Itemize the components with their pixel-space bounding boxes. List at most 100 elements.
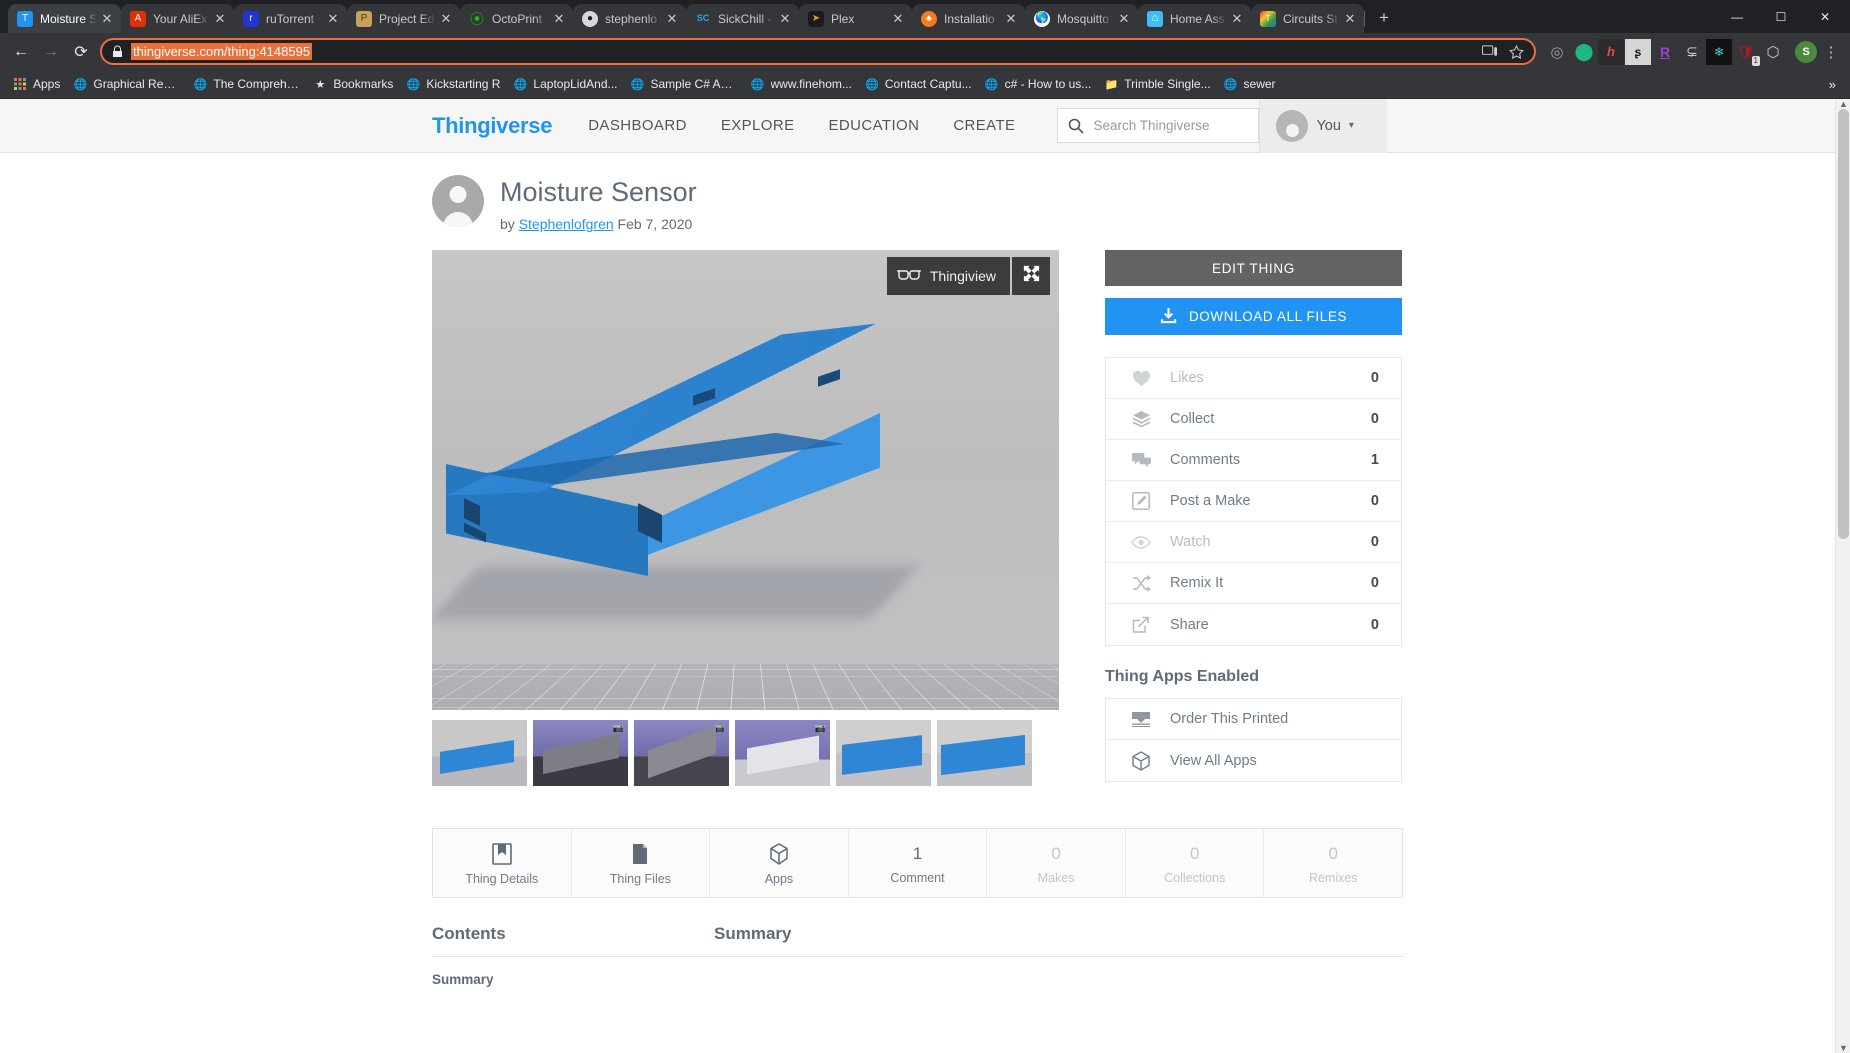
bookmark-item[interactable]: 🌐 The Comprehe... [188,73,308,95]
stat-row-comments[interactable]: Comments 1 [1106,440,1401,481]
tab-comment[interactable]: 1 Comment [848,829,988,897]
bookmark-item-bookmarks[interactable]: ★ Bookmarks [308,73,401,95]
r-extension-icon[interactable]: R [1652,39,1678,65]
profile-avatar[interactable]: S [1795,40,1817,63]
page-scrollbar[interactable]: ▲ ▼ [1835,99,1850,1053]
bookmark-item[interactable]: 🌐 Contact Captu... [860,73,980,95]
maximize-button[interactable]: ☐ [1760,1,1802,33]
thumbnail-1[interactable] [432,720,527,786]
browser-tab[interactable]: r ruTorrent ✕ [234,4,348,33]
back-button[interactable]: ← [6,37,36,67]
tab-close-icon[interactable]: ✕ [1229,12,1245,25]
stat-row-share[interactable]: Share 0 [1106,604,1401,645]
bookmark-item-apps[interactable]: Apps [8,73,68,95]
app-row-order-this-printed[interactable]: Order This Printed [1106,699,1401,740]
tab-remixes[interactable]: 0 Remixes [1264,829,1403,897]
address-bar[interactable]: thingiverse.com/thing:4148595 [100,38,1536,65]
author-link[interactable]: Stephenlofgren [519,216,614,232]
bookmarks-overflow-button[interactable]: » [1823,77,1842,92]
browser-tab[interactable]: ♣ Installatio ✕ [912,4,1026,33]
tab-close-icon[interactable]: ✕ [664,12,680,25]
bookmark-item[interactable]: 🌐 Kickstarting R [401,73,508,95]
author-avatar[interactable] [432,175,484,227]
bookmark-item[interactable]: 🌐 Sample C# API... [626,73,746,95]
tab-close-icon[interactable]: ✕ [438,12,454,25]
green-shield-extension-icon[interactable]: ⬤ [1571,39,1597,65]
browser-tab[interactable]: T Circuits St ✕ [1251,4,1365,33]
reload-button[interactable]: ⟳ [66,37,96,67]
address-bar-url[interactable]: thingiverse.com/thing:4148595 [131,43,313,60]
browser-tab[interactable]: A Your AliEx ✕ [121,4,235,33]
model-viewer[interactable]: Thingiview [432,250,1059,710]
stat-row-watch[interactable]: Watch 0 [1106,522,1401,563]
browser-tab[interactable]: 🌎 Mosquitto ✕ [1025,4,1139,33]
star-icon[interactable] [1509,44,1524,59]
browser-tab[interactable]: ⌂ Home Ass ✕ [1138,4,1252,33]
tab-thing-files[interactable]: Thing Files [571,829,711,897]
tab-close-icon[interactable]: ✕ [551,12,567,25]
bracket-extension-icon[interactable]: ⊊ [1679,39,1705,65]
nav-education[interactable]: EDUCATION [828,117,919,134]
tab-apps[interactable]: Apps [710,829,849,897]
thumbnail-2[interactable]: 📷 [533,720,628,786]
browser-tab[interactable]: T Moisture S ✕ [8,4,121,33]
bookmark-item[interactable]: 🌐 LaptopLidAnd... [508,73,625,95]
tab-close-icon[interactable]: ✕ [1342,12,1358,25]
forward-button[interactable]: → [36,37,66,67]
thingiview-button[interactable]: Thingiview [886,257,1010,295]
download-all-files-button[interactable]: DOWNLOAD ALL FILES [1105,298,1402,335]
thumbnail-6[interactable] [937,720,1032,786]
tab-collections[interactable]: 0 Collections [1125,829,1265,897]
ghostery-extension-icon[interactable]: ⬡ [1760,39,1786,65]
search-input[interactable]: Search Thingiverse [1057,108,1260,143]
h-extension-icon[interactable]: h [1598,38,1624,65]
stat-row-remix-it[interactable]: Remix It 0 [1106,563,1401,604]
bookmark-item[interactable]: 🌐 Graphical Resi... [68,73,188,95]
site-logo[interactable]: Thingiverse [432,113,552,139]
nav-create[interactable]: CREATE [953,117,1015,134]
tab-makes[interactable]: 0 Makes [987,829,1126,897]
browser-tab[interactable]: SC SickChill - ✕ [686,4,800,33]
nav-dashboard[interactable]: DASHBOARD [588,117,687,134]
tab-thing-details[interactable]: Thing Details [433,829,572,897]
bookmark-folder[interactable]: 📁 Trimble Single... [1099,73,1218,95]
pocket-extension-icon[interactable]: ◎ [1544,39,1570,65]
tab-close-icon[interactable]: ✕ [212,12,228,25]
tab-close-icon[interactable]: ✕ [890,12,906,25]
user-menu[interactable]: You ▾ [1259,99,1388,153]
bookmark-item[interactable]: 🌐 sewer [1219,73,1284,95]
contents-summary-link[interactable]: Summary [432,972,714,987]
tab-close-icon[interactable]: ✕ [777,12,793,25]
script-extension-icon[interactable]: ʂ [1625,38,1651,65]
browser-tab[interactable]: P Project Ed ✕ [347,4,461,33]
scroll-down-arrow[interactable]: ▼ [1839,1043,1848,1053]
thumbnail-4[interactable]: 📷 [735,720,830,786]
bookmark-item[interactable]: 🌐 www.finehom... [746,73,860,95]
fullscreen-button[interactable] [1012,257,1050,295]
new-tab-button[interactable]: + [1370,4,1398,32]
scrollbar-thumb[interactable] [1838,109,1849,539]
stat-row-collect[interactable]: Collect 0 [1106,399,1401,440]
tab-close-icon[interactable]: ✕ [99,12,115,25]
tab-close-icon[interactable]: ✕ [1116,12,1132,25]
ublock-extension-icon[interactable]: 🛡 1 [1733,39,1760,66]
close-window-button[interactable]: ✕ [1804,1,1846,33]
thumbnail-5[interactable] [836,720,931,786]
minimize-button[interactable]: — [1716,1,1758,33]
nav-explore[interactable]: EXPLORE [721,117,795,134]
snowflake-extension-icon[interactable]: ❄ [1706,38,1732,65]
app-row-view-all-apps[interactable]: View All Apps [1106,740,1401,781]
browser-tab[interactable]: ⦿ OctoPrint ✕ [460,4,574,33]
stat-row-post-a-make[interactable]: Post a Make 0 [1106,481,1401,522]
browser-tab[interactable]: ● stephenlo ✕ [573,4,687,33]
thumbnail-3[interactable]: 📷 [634,720,729,786]
edit-thing-button[interactable]: EDIT THING [1105,250,1402,286]
tab-close-icon[interactable]: ✕ [1003,12,1019,25]
scroll-up-arrow[interactable]: ▲ [1839,99,1848,109]
bookmark-item[interactable]: 🌐 c# - How to us... [980,73,1100,95]
cast-icon[interactable] [1482,45,1497,58]
tab-close-icon[interactable]: ✕ [325,12,341,25]
browser-menu-button[interactable]: ⋮ [1818,39,1844,65]
browser-tab[interactable]: ➤ Plex ✕ [799,4,913,33]
stat-row-likes[interactable]: Likes 0 [1106,358,1401,399]
